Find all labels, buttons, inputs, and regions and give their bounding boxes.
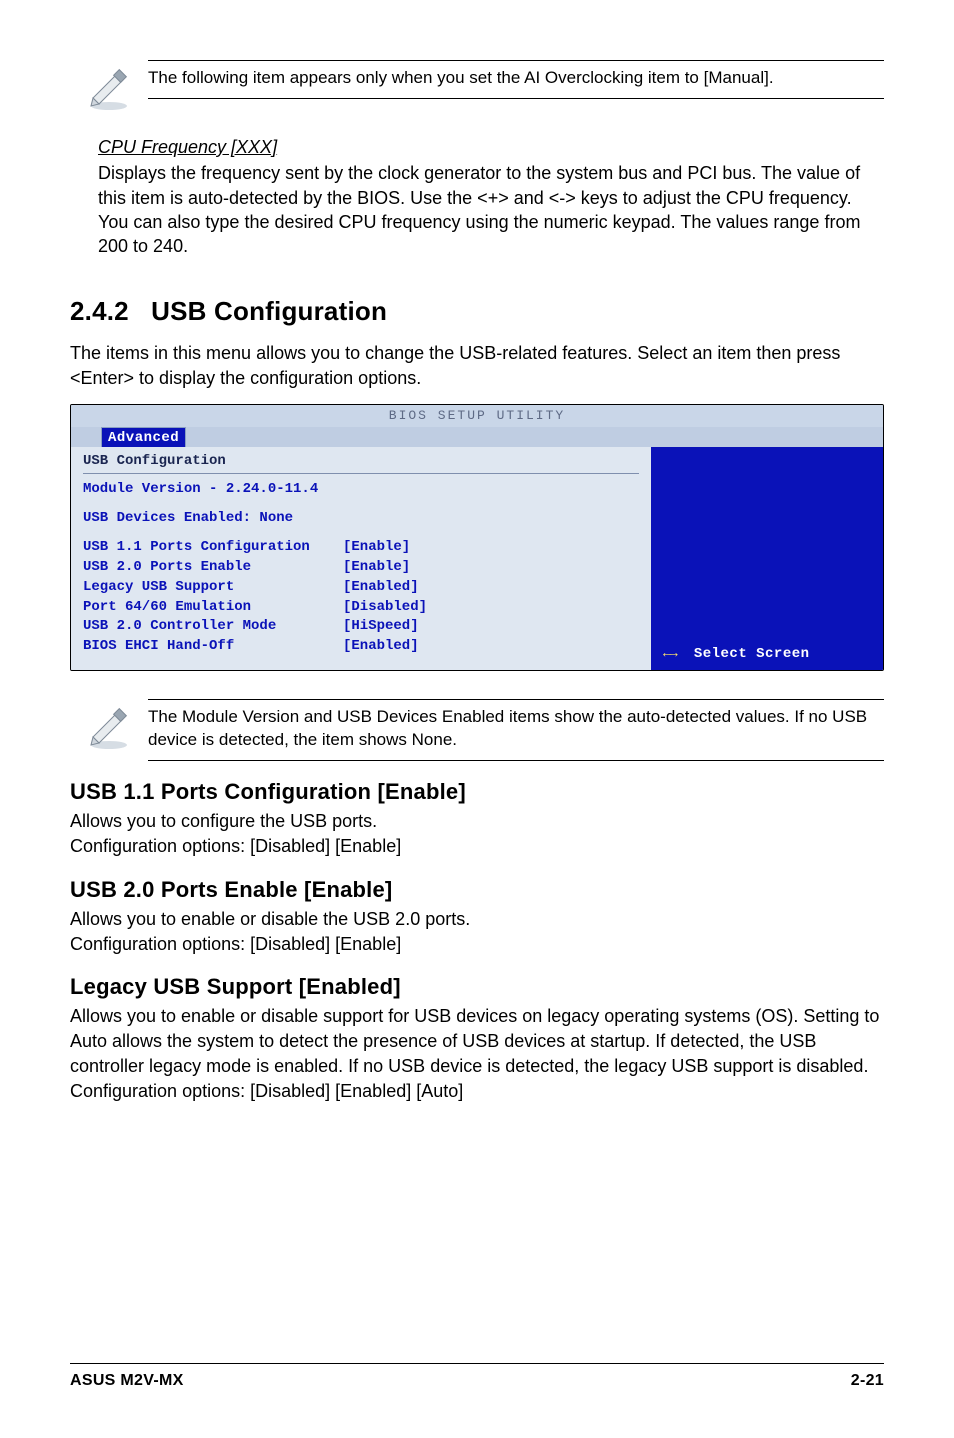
bios-panel-title: USB Configuration [83,453,639,469]
note-text: The Module Version and USB Devices Enabl… [148,699,884,761]
pencil-icon [70,60,148,117]
footer-product: ASUS M2V-MX [70,1372,184,1390]
cpu-frequency-block: CPU Frequency [XXX] Displays the frequen… [98,135,884,258]
setting-usb11-title: USB 1.1 Ports Configuration [Enable] [70,779,884,805]
setting-line: Configuration options: [Disabled] [Enabl… [70,934,401,954]
page-footer: ASUS M2V-MX 2-21 [70,1363,884,1390]
bios-row-value[interactable]: [Enabled] [343,637,639,656]
bios-options-grid: USB 1.1 Ports Configuration[Enable] USB … [83,538,639,656]
bios-tab-advanced[interactable]: Advanced [101,427,186,447]
setting-line: Allows you to configure the USB ports. [70,811,377,831]
bios-row-label[interactable]: USB 2.0 Controller Mode [83,617,343,636]
setting-legacy-title: Legacy USB Support [Enabled] [70,974,884,1000]
footer-page-number: 2-21 [851,1372,884,1390]
setting-line: Allows you to enable or disable the USB … [70,909,470,929]
bios-row-label[interactable]: USB 1.1 Ports Configuration [83,538,343,557]
bios-row-label[interactable]: Legacy USB Support [83,578,343,597]
bios-row-value[interactable]: [Disabled] [343,598,639,617]
arrows-icon: ←→ [663,646,676,662]
section-heading: 2.4.2 USB Configuration [70,296,884,327]
section-number: 2.4.2 [70,296,129,326]
setting-usb11-body: Allows you to configure the USB ports. C… [70,809,884,859]
section-title: USB Configuration [151,296,387,326]
bios-row-label[interactable]: USB 2.0 Ports Enable [83,558,343,577]
setting-legacy-body: Allows you to enable or disable support … [70,1004,884,1103]
bios-devices-line: USB Devices Enabled: None [83,509,639,528]
note-module-version: The Module Version and USB Devices Enabl… [70,699,884,761]
setting-line: Configuration options: [Disabled] [Enabl… [70,836,401,856]
bios-titlebar: BIOS SETUP UTILITY [71,405,883,427]
section-intro: The items in this menu allows you to cha… [70,341,884,390]
bios-row-value[interactable]: [Enabled] [343,578,639,597]
setting-usb20-title: USB 2.0 Ports Enable [Enable] [70,877,884,903]
bios-row-value[interactable]: [Enable] [343,558,639,577]
bios-help-text: Select Screen [694,646,810,662]
bios-right-panel: ←→ Select Screen [653,447,883,670]
setting-usb20-body: Allows you to enable or disable the USB … [70,907,884,957]
note-text: The following item appears only when you… [148,60,884,99]
bios-row-label[interactable]: Port 64/60 Emulation [83,598,343,617]
bios-left-panel: USB Configuration Module Version - 2.24.… [71,447,653,670]
bios-tab-row: Advanced [71,427,883,447]
bios-module-line: Module Version - 2.24.0-11.4 [83,480,639,499]
pencil-icon [70,699,148,756]
bios-row-value[interactable]: [HiSpeed] [343,617,639,636]
cpu-frequency-heading: CPU Frequency [XXX] [98,135,884,159]
bios-screenshot: BIOS SETUP UTILITY Advanced USB Configur… [70,404,884,671]
cpu-frequency-body: Displays the frequency sent by the clock… [98,161,884,258]
bios-row-value[interactable]: [Enable] [343,538,639,557]
bios-row-label[interactable]: BIOS EHCI Hand-Off [83,637,343,656]
note-ai-overclocking: The following item appears only when you… [70,60,884,117]
